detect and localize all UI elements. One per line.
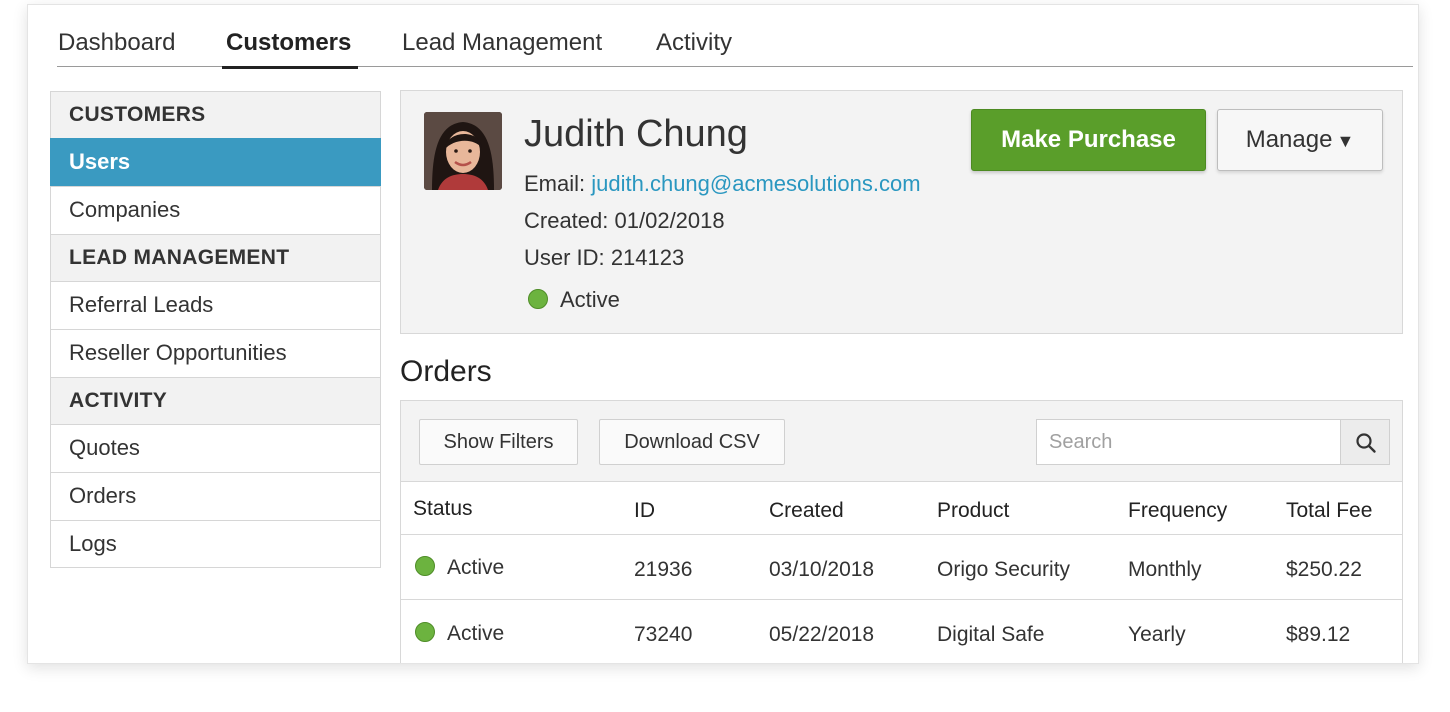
row-product: Digital Safe [937,623,1045,646]
app-window: Dashboard Customers Lead Management Acti… [27,4,1419,664]
user-profile-panel: Judith Chung Email: judith.chung@acmesol… [400,90,1403,334]
search-icon [1356,433,1376,453]
row-status: Active [415,622,504,646]
user-id-label: User ID: [524,245,605,270]
sidebar-item-referral-leads[interactable]: Referral Leads [50,281,381,329]
row-divider [401,599,1402,600]
search-button[interactable] [1340,419,1390,465]
make-purchase-button[interactable]: Make Purchase [971,109,1206,171]
status-dot-icon [528,289,548,310]
sidebar-heading-lead-management: LEAD MANAGEMENT [50,234,381,281]
manage-button-label: Manage [1245,126,1333,153]
tab-dashboard[interactable]: Dashboard [58,27,175,67]
row-id: 73240 [634,623,693,646]
download-csv-button[interactable]: Download CSV [599,419,785,465]
created-line: Created: 01/02/2018 [524,208,725,234]
email-link[interactable]: judith.chung@acmesolutions.com [591,171,920,196]
tab-lead-management[interactable]: Lead Management [402,27,602,67]
row-total-fee: $250.22 [1286,558,1362,581]
caret-down-icon: ▼ [1336,131,1355,151]
column-header-created[interactable]: Created [769,499,844,523]
user-id-value: 214123 [610,245,685,270]
search-input[interactable] [1036,419,1341,465]
user-status-label: Active [560,287,620,312]
column-header-status[interactable]: Status [413,497,473,521]
orders-table-panel: Show Filters Download CSV Status ID Crea… [400,400,1403,663]
tab-activity[interactable]: Activity [656,27,732,67]
row-created: 05/22/2018 [769,623,875,646]
status-dot-icon [415,622,435,643]
row-frequency: Yearly [1128,623,1186,646]
sidebar-item-companies[interactable]: Companies [50,186,381,234]
row-created: 03/10/2018 [769,558,875,581]
column-header-product[interactable]: Product [937,499,1009,523]
created-label: Created: [524,208,609,233]
sidebar-item-users[interactable]: Users [50,138,381,186]
email-label: Email: [524,171,586,196]
user-name: Judith Chung [524,113,748,155]
row-product: Origo Security [937,558,1071,581]
row-id: 21936 [634,558,693,581]
created-value: 01/02/2018 [614,208,725,233]
email-line: Email: judith.chung@acmesolutions.com [524,171,921,197]
column-header-id[interactable]: ID [634,499,655,523]
column-header-total-fee[interactable]: Total Fee [1286,499,1372,523]
sidebar-item-orders[interactable]: Orders [50,472,381,520]
sidebar-heading-customers: CUSTOMERS [50,91,381,138]
sidebar-item-quotes[interactable]: Quotes [50,424,381,472]
tab-customers[interactable]: Customers [221,27,359,69]
user-status: Active [528,287,620,313]
row-frequency: Monthly [1128,558,1202,581]
row-status: Active [415,556,504,580]
row-total-fee: $89.12 [1286,623,1351,646]
top-navigation: Dashboard Customers Lead Management Acti… [57,27,1413,69]
sidebar-item-reseller-opportunities[interactable]: Reseller Opportunities [50,329,381,377]
sidebar-heading-activity: ACTIVITY [50,377,381,424]
status-dot-icon [415,556,435,577]
row-status-label: Active [447,556,505,579]
show-filters-button[interactable]: Show Filters [419,419,578,465]
orders-heading: Orders [400,355,492,388]
header-divider [401,534,1402,535]
avatar [424,112,502,190]
sidebar: CUSTOMERS Users Companies LEAD MANAGEMEN… [50,91,381,568]
manage-button[interactable]: Manage ▼ [1217,109,1383,171]
orders-toolbar: Show Filters Download CSV [401,401,1402,482]
user-id-line: User ID: 214123 [524,245,684,271]
column-header-frequency[interactable]: Frequency [1128,499,1227,523]
sidebar-item-logs[interactable]: Logs [50,520,381,568]
row-status-label: Active [447,622,505,645]
